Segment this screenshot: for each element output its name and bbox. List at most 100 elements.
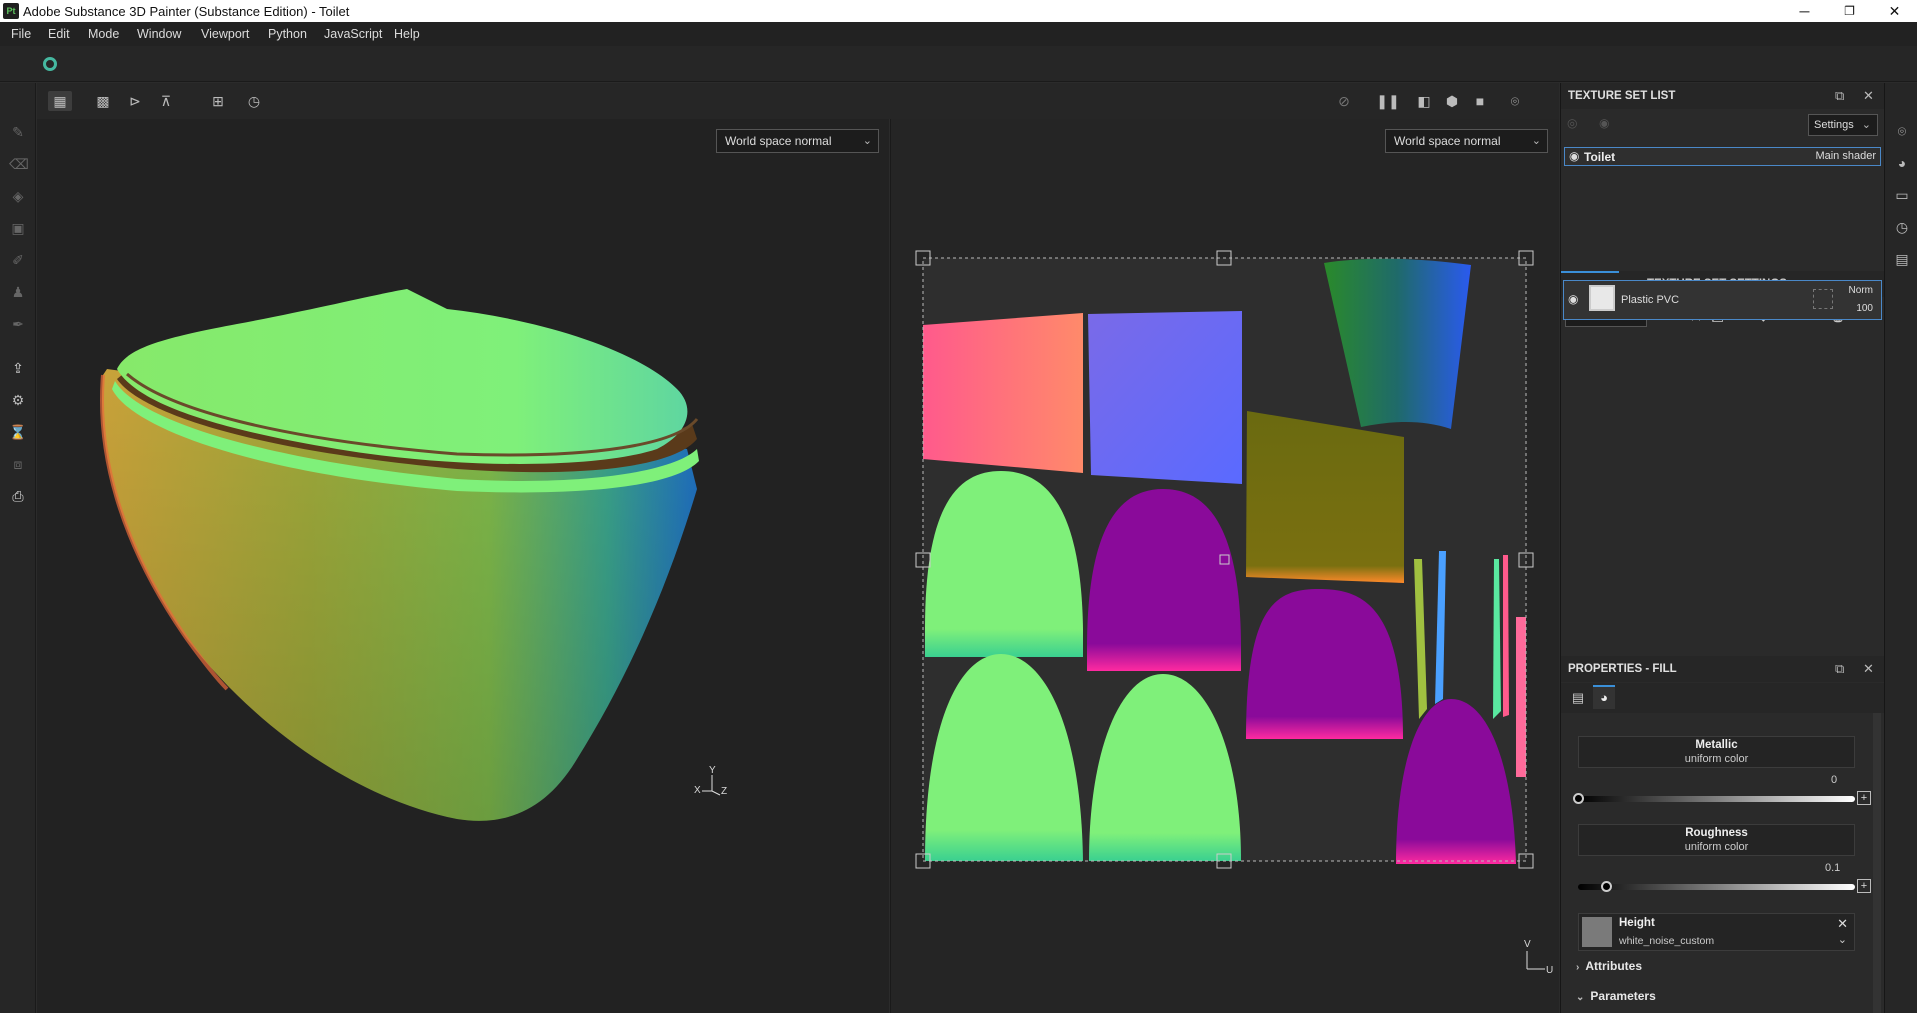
- timer-icon[interactable]: ⌛: [9, 423, 27, 441]
- split-view-icon[interactable]: ◧: [1412, 91, 1436, 111]
- screenshot-icon[interactable]: ⌾: [1503, 91, 1527, 111]
- roughness-title: Roughness: [1685, 827, 1748, 839]
- texture-set-shader[interactable]: Main shader: [1815, 150, 1876, 162]
- expand-icon[interactable]: +: [1857, 791, 1871, 805]
- menu-javascript[interactable]: JavaScript: [324, 27, 382, 41]
- texture-set-list-title: TEXTURE SET LIST: [1568, 90, 1676, 102]
- axis-gizmo-2d: V U: [1521, 939, 1555, 977]
- mask-slot[interactable]: [1813, 289, 1833, 309]
- axis-u-label: U: [1546, 965, 1554, 976]
- properties-header: PROPERTIES - FILL ⧉ ✕: [1561, 656, 1884, 682]
- sync-icon[interactable]: [43, 57, 57, 71]
- hide-all-icon[interactable]: ◎: [1567, 116, 1577, 130]
- camera-icon[interactable]: ■: [1468, 91, 1492, 111]
- texture-set-settings-dropdown[interactable]: Settings ⌄: [1808, 114, 1878, 136]
- shelf-icon[interactable]: ▭: [1894, 187, 1910, 203]
- attributes-label: Attributes: [1585, 959, 1643, 973]
- eye-icon[interactable]: ◉: [1569, 149, 1579, 163]
- menu-viewport[interactable]: Viewport: [201, 27, 249, 41]
- parameters-section[interactable]: ⌄ Parameters: [1576, 989, 1656, 1003]
- float-panel-icon[interactable]: ⧉: [1835, 656, 1844, 682]
- fill-tab-icon[interactable]: ◕: [1593, 685, 1615, 709]
- menu-file[interactable]: File: [11, 27, 31, 41]
- height-card[interactable]: Height white_noise_custom ✕ ⌄: [1578, 913, 1855, 951]
- color-picker-icon[interactable]: ✒: [9, 315, 27, 333]
- window-title-bar: Pt Adobe Substance 3D Painter (Substance…: [0, 0, 1917, 22]
- texture-set-item[interactable]: ◉ Toilet Main shader: [1564, 147, 1881, 166]
- show-all-icon[interactable]: ◉: [1599, 116, 1609, 130]
- geometry-mask-icon[interactable]: ▣: [9, 219, 27, 237]
- right-panel: TEXTURE SET LIST ⧉ ✕ ◎ ◉ Settings ⌄ ◉ To…: [1560, 83, 1884, 1013]
- properties-title: PROPERTIES - FILL: [1568, 663, 1677, 675]
- blend-mode[interactable]: Norm: [1849, 285, 1873, 296]
- display-mode-icon[interactable]: ⬢: [1440, 91, 1464, 111]
- menu-bar: File Edit Mode Window Viewport Python Ja…: [0, 22, 1917, 46]
- layer-row[interactable]: ◉ Plastic PVC Norm 100: [1563, 280, 1882, 320]
- right-icon-strip: ⌾ ◕ ▭ ◷ ▤: [1884, 83, 1917, 1013]
- layer-opacity[interactable]: 100: [1856, 303, 1873, 314]
- close-button[interactable]: ✕: [1872, 0, 1917, 22]
- menu-window[interactable]: Window: [137, 27, 181, 41]
- chevron-down-icon[interactable]: ⌄: [1838, 933, 1847, 946]
- axis-gizmo-3d: Y X Z: [692, 765, 732, 803]
- metallic-slider[interactable]: +: [1573, 791, 1871, 805]
- bake-icon[interactable]: ⇪: [9, 359, 27, 377]
- layout-grid-icon[interactable]: ▩: [91, 91, 115, 111]
- viewport-2d[interactable]: World space normal ⌄ V U: [890, 119, 1559, 1013]
- metallic-slider-handle[interactable]: [1573, 793, 1584, 804]
- projection-icon[interactable]: ◈: [9, 187, 27, 205]
- history-icon[interactable]: ◷: [1894, 219, 1910, 235]
- clone-stamp-icon[interactable]: ♟: [9, 283, 27, 301]
- chevron-down-icon: ⌄: [1576, 992, 1585, 1003]
- height-resource[interactable]: white_noise_custom: [1619, 935, 1714, 947]
- shader-settings-icon[interactable]: ◕: [1894, 155, 1910, 171]
- close-panel-icon[interactable]: ✕: [1863, 656, 1874, 682]
- metallic-value: 0: [1831, 774, 1838, 786]
- roughness-card[interactable]: Roughness uniform color: [1578, 824, 1855, 856]
- app-logo: Pt: [3, 3, 19, 19]
- remove-resource-icon[interactable]: ✕: [1837, 916, 1848, 932]
- properties-tabs: ▤ ◕: [1561, 683, 1884, 713]
- symmetry-x-icon[interactable]: ⊳: [123, 91, 147, 111]
- metallic-card[interactable]: Metallic uniform color: [1578, 736, 1855, 768]
- uv-tool-icon[interactable]: ⧈: [9, 455, 27, 473]
- metallic-title: Metallic: [1695, 739, 1738, 751]
- display-settings-icon[interactable]: ⌾: [1894, 123, 1910, 139]
- measure-icon[interactable]: ⚙: [9, 391, 27, 409]
- maximize-button[interactable]: ❐: [1827, 0, 1872, 22]
- eraser-icon[interactable]: ⌫: [9, 155, 29, 173]
- log-icon[interactable]: ▤: [1894, 251, 1910, 267]
- axis-v-label: V: [1524, 939, 1531, 950]
- history-icon[interactable]: ◷: [242, 91, 266, 111]
- height-thumbnail: [1582, 917, 1612, 947]
- viewport-3d[interactable]: World space normal ⌄ Y X Z: [37, 119, 889, 1013]
- float-panel-icon[interactable]: ⧉: [1835, 83, 1844, 109]
- menu-help[interactable]: Help: [394, 27, 420, 41]
- smudge-icon[interactable]: ✐: [9, 251, 27, 269]
- roughness-slider-handle[interactable]: [1600, 881, 1612, 892]
- settings-label: Settings: [1814, 119, 1854, 131]
- symmetry-y-icon[interactable]: ⊼: [154, 91, 178, 111]
- window-title: Adobe Substance 3D Painter (Substance Ed…: [23, 4, 350, 19]
- texture-set-list-header: TEXTURE SET LIST ⧉ ✕: [1561, 83, 1884, 109]
- pause-icon[interactable]: ❚❚: [1376, 91, 1400, 111]
- minimize-button[interactable]: ─: [1782, 0, 1827, 22]
- paint-brush-icon[interactable]: ✎: [9, 123, 27, 141]
- attributes-section[interactable]: › Attributes: [1576, 959, 1642, 973]
- eye-icon[interactable]: ◉: [1568, 292, 1578, 306]
- close-panel-icon[interactable]: ✕: [1863, 83, 1874, 109]
- hide-icon[interactable]: ⊘: [1332, 91, 1356, 111]
- height-title: Height: [1619, 917, 1655, 929]
- frame-icon[interactable]: ⊞: [206, 91, 230, 111]
- menu-python[interactable]: Python: [268, 27, 307, 41]
- roughness-slider[interactable]: +: [1578, 879, 1871, 893]
- expand-icon[interactable]: +: [1857, 879, 1871, 893]
- material-tab-icon[interactable]: ▤: [1567, 687, 1589, 709]
- export-icon[interactable]: ⎙: [9, 487, 27, 505]
- parameters-label: Parameters: [1590, 989, 1656, 1003]
- properties-scrollbar[interactable]: [1873, 713, 1881, 1013]
- layer-thumbnail: [1589, 285, 1615, 311]
- menu-mode[interactable]: Mode: [88, 27, 119, 41]
- layout-single-icon[interactable]: ▦: [48, 91, 72, 111]
- menu-edit[interactable]: Edit: [48, 27, 70, 41]
